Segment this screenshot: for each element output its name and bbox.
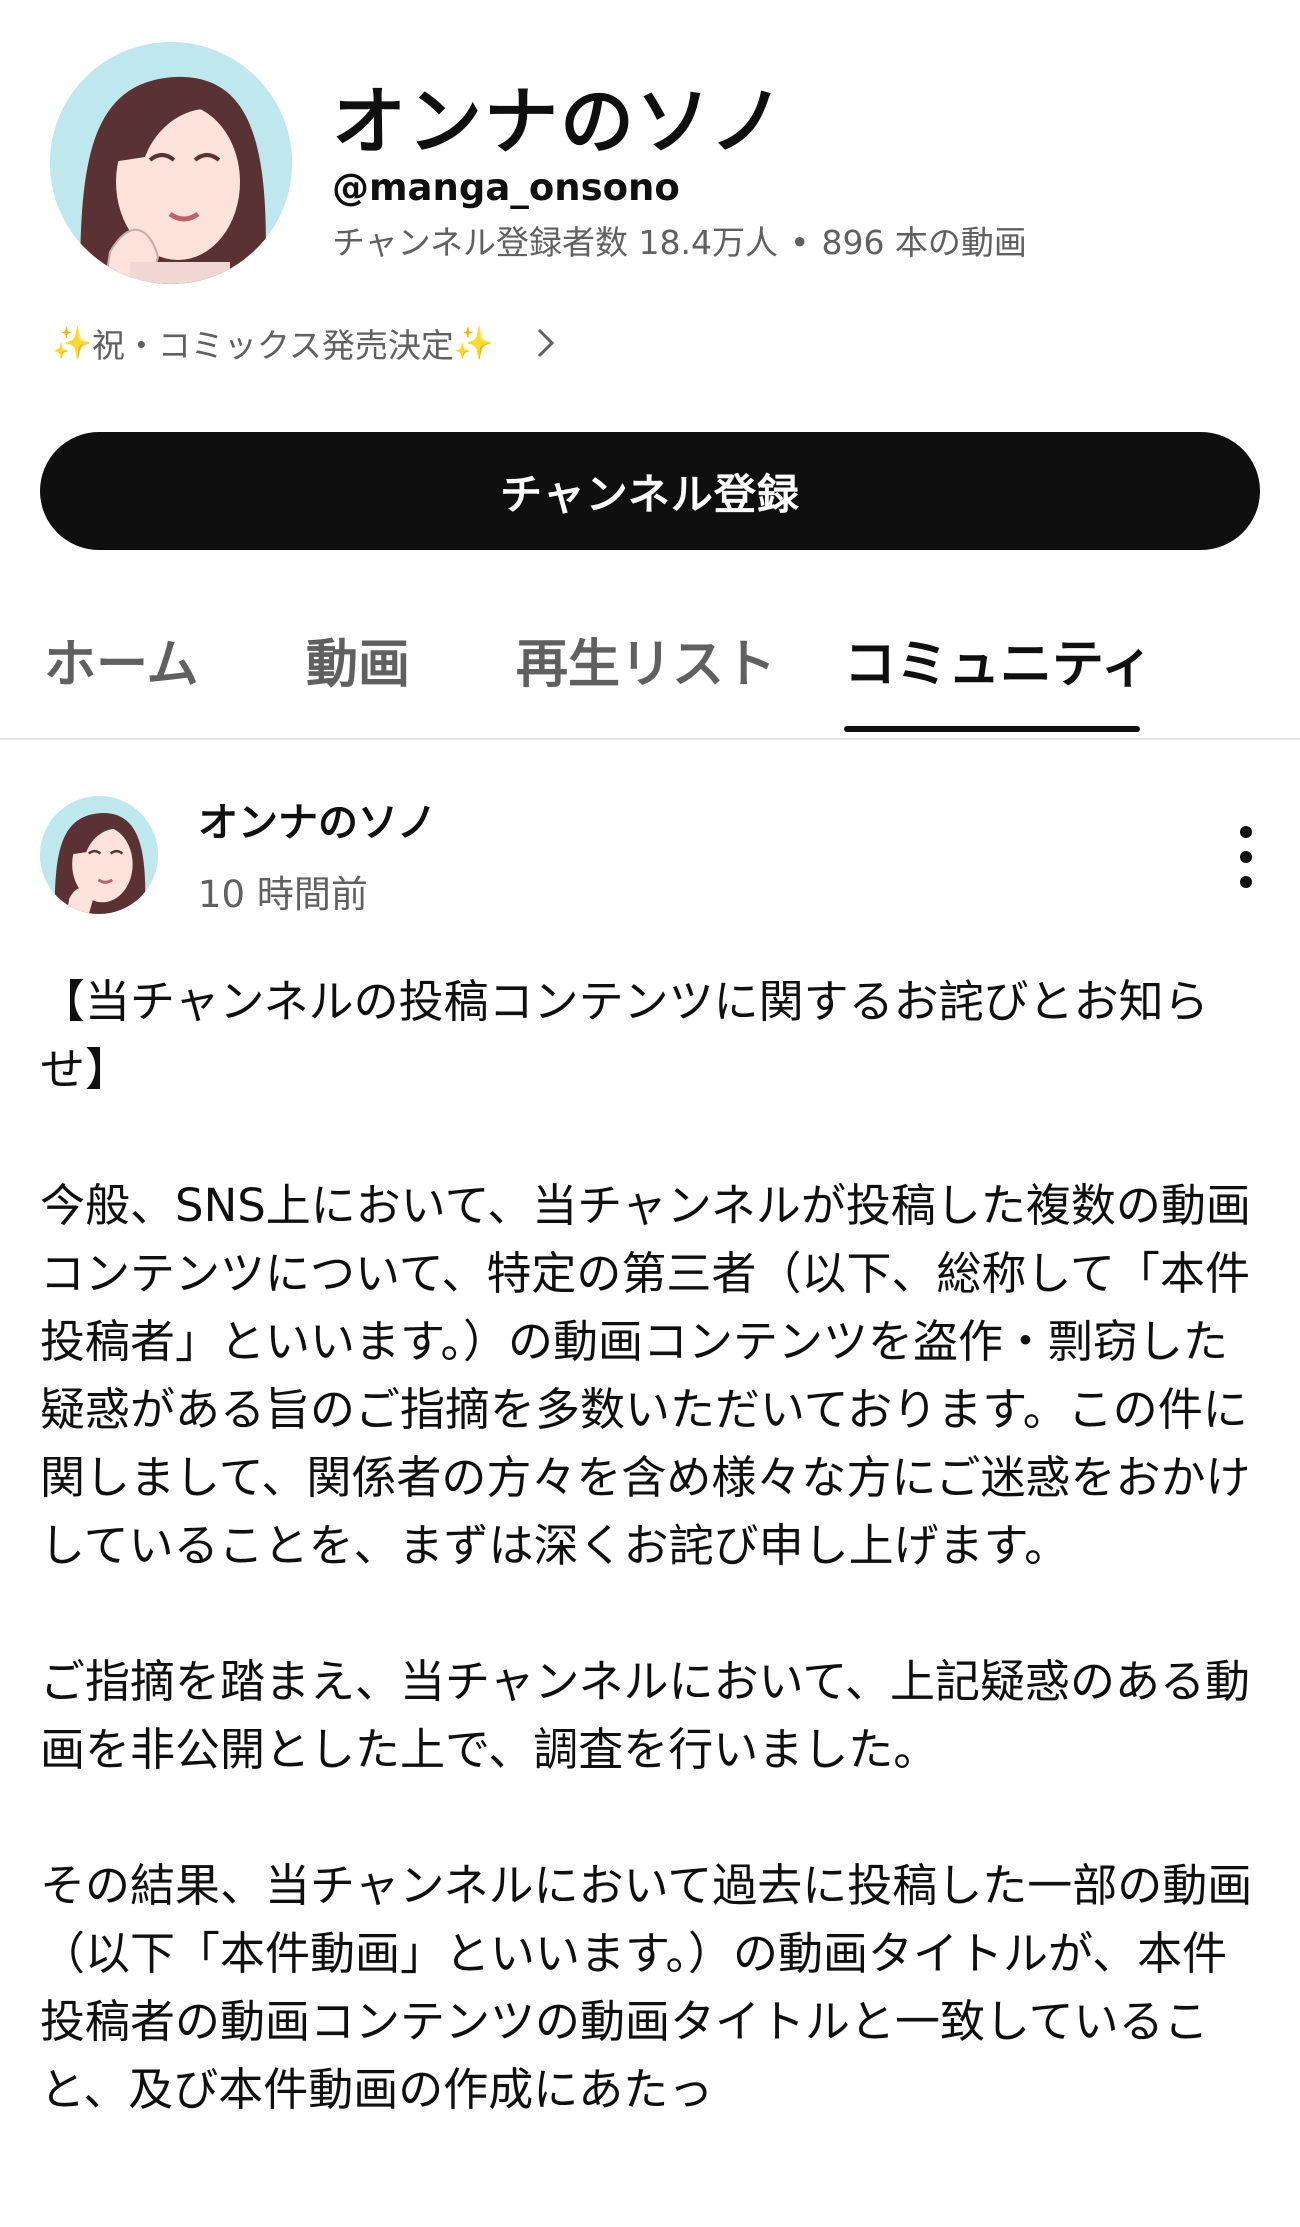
tab-home[interactable]: ホーム xyxy=(44,622,198,697)
post-paragraph: ご指摘を踏まえ、当チャンネルにおいて、上記疑惑のある動画を非公開とした上で、調査… xyxy=(40,1655,1251,1776)
channel-tabs: ホーム 動画 再生リスト コミュニティ xyxy=(0,600,1300,740)
post-paragraph: 【当チャンネルの投稿コンテンツに関するお詫びとお知らせ】 xyxy=(40,975,1209,1096)
channel-avatar[interactable] xyxy=(50,42,292,284)
channel-stats: チャンネル登録者数 18.4万人 • 896 本の動画 xyxy=(332,216,1027,264)
subscriber-count: チャンネル登録者数 18.4万人 xyxy=(332,223,778,262)
channel-description-link[interactable]: ✨ 祝・コミックス発売決定 ✨ xyxy=(52,312,562,374)
post-author-avatar[interactable] xyxy=(40,796,158,914)
tab-videos[interactable]: 動画 xyxy=(306,622,410,697)
post-paragraph: 今般、SNS上において、当チャンネルが投稿した複数の動画コンテンツについて、特定… xyxy=(40,1179,1251,1572)
tab-community[interactable]: コミュニティ xyxy=(844,622,1153,697)
post-author-name[interactable]: オンナのソノ xyxy=(198,790,437,848)
active-tab-indicator xyxy=(844,726,1140,732)
subscribe-button[interactable]: チャンネル登録 xyxy=(40,432,1260,550)
sparkle-icon: ✨ xyxy=(52,324,92,362)
post-timestamp: 10 時間前 xyxy=(198,873,368,916)
post-paragraph: その結果、当チャンネルにおいて過去に投稿した一部の動画（以下「本件動画」といいま… xyxy=(40,1859,1253,2116)
channel-header: オンナのソノ @manga_onsono チャンネル登録者数 18.4万人 • 89… xyxy=(0,0,1300,560)
description-text: 祝・コミックス発売決定 xyxy=(91,326,454,365)
community-post: オンナのソノ 10 時間前 【当チャンネルの投稿コンテンツに関するお詫びとお知ら… xyxy=(0,740,1300,2227)
more-vert-icon[interactable] xyxy=(1226,822,1266,892)
post-body: 【当チャンネルの投稿コンテンツに関するお詫びとお知らせ】 今般、SNS上において… xyxy=(40,968,1265,2192)
tab-playlists[interactable]: 再生リスト xyxy=(516,622,776,697)
video-count: 896 本の動画 xyxy=(821,223,1027,262)
channel-handle: @manga_onsono xyxy=(332,166,680,209)
chevron-right-icon xyxy=(537,328,554,358)
sparkle-icon: ✨ xyxy=(453,324,494,362)
channel-name: オンナのソノ xyxy=(332,79,786,165)
separator-dot: • xyxy=(789,223,810,262)
